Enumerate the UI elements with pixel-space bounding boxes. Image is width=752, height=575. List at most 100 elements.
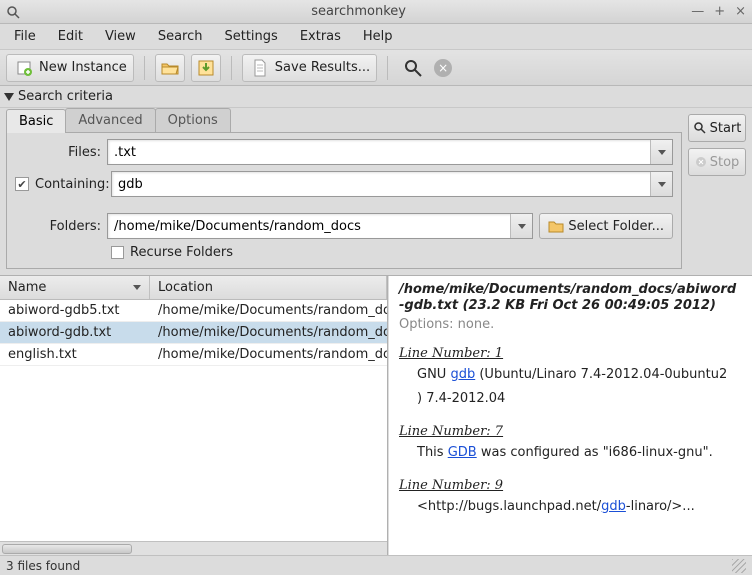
cell-location: /home/mike/Documents/random_do	[150, 325, 387, 340]
column-name-label: Name	[8, 280, 46, 295]
start-label: Start	[710, 121, 742, 136]
action-buttons: Start Stop	[688, 108, 752, 275]
folders-label: Folders:	[15, 219, 101, 234]
criteria-panel: Basic Advanced Options Files: ✔ Containi…	[0, 108, 688, 275]
recurse-checkbox[interactable]	[111, 246, 124, 259]
search-icon	[693, 121, 707, 135]
save-icon	[197, 59, 215, 77]
cell-location: /home/mike/Documents/random_do	[150, 347, 387, 362]
column-headers: Name Location	[0, 276, 387, 300]
folder-icon	[548, 219, 564, 233]
table-row[interactable]: english.txt /home/mike/Documents/random_…	[0, 344, 387, 366]
cell-name: english.txt	[0, 347, 150, 362]
containing-checkbox[interactable]: ✔	[15, 177, 29, 191]
scrollbar-thumb[interactable]	[2, 544, 132, 554]
results-list: Name Location abiword-gdb5.txt /home/mik…	[0, 276, 388, 555]
column-location-label: Location	[158, 280, 213, 295]
new-instance-button[interactable]: New Instance	[6, 54, 134, 82]
menu-bar: File Edit View Search Settings Extras He…	[0, 24, 752, 50]
folders-dropdown[interactable]	[510, 214, 532, 238]
preview-path-1: /home/mike/Documents/random_docs/abiword	[399, 282, 736, 297]
stop-icon	[695, 156, 707, 168]
search-criteria-header[interactable]: Search criteria	[0, 86, 752, 108]
column-name[interactable]: Name	[0, 276, 150, 299]
preview-path-2: -gdb.txt (23.2 KB Fri Oct 26 00:49:05 20…	[399, 298, 716, 313]
select-folder-button[interactable]: Select Folder...	[539, 213, 673, 239]
save-results-button[interactable]: Save Results...	[242, 54, 377, 82]
cell-location: /home/mike/Documents/random_do	[150, 303, 387, 318]
clear-button[interactable]: ×	[434, 59, 452, 77]
match-highlight: gdb	[601, 499, 626, 514]
menu-help[interactable]: Help	[353, 25, 403, 48]
toolbar: New Instance Save Results... ×	[0, 50, 752, 86]
snippet-9: <http://bugs.launchpad.net/gdb-linaro/>.…	[417, 497, 742, 518]
app-icon	[6, 5, 20, 19]
chevron-down-icon	[658, 182, 666, 187]
toolbar-separator	[144, 56, 145, 80]
menu-file[interactable]: File	[4, 25, 46, 48]
files-input[interactable]	[108, 140, 650, 164]
line-label-9: Line Number: 9	[399, 478, 742, 493]
select-folder-label: Select Folder...	[568, 219, 664, 234]
cell-name: abiword-gdb5.txt	[0, 303, 150, 318]
tab-advanced[interactable]: Advanced	[65, 108, 155, 132]
menu-edit[interactable]: Edit	[48, 25, 93, 48]
preview-options: Options: none.	[399, 317, 742, 332]
toolbar-separator-2	[231, 56, 232, 80]
window-title: searchmonkey	[26, 4, 691, 19]
menu-extras[interactable]: Extras	[290, 25, 351, 48]
preview-pane: /home/mike/Documents/random_docs/abiword…	[388, 276, 752, 555]
resize-grip[interactable]	[732, 559, 746, 573]
containing-combo	[111, 171, 673, 197]
files-combo	[107, 139, 673, 165]
snippet-1b: ) 7.4-2012.04	[417, 389, 742, 410]
menu-settings[interactable]: Settings	[214, 25, 287, 48]
tab-basic[interactable]: Basic	[6, 109, 66, 133]
preview-file-path: /home/mike/Documents/random_docs/abiword…	[399, 282, 742, 315]
collapse-icon	[4, 93, 14, 101]
results-area: Name Location abiword-gdb5.txt /home/mik…	[0, 276, 752, 555]
title-bar: searchmonkey — + ×	[0, 0, 752, 24]
menu-search[interactable]: Search	[148, 25, 213, 48]
menu-view[interactable]: View	[95, 25, 146, 48]
table-row[interactable]: abiword-gdb5.txt /home/mike/Documents/ra…	[0, 300, 387, 322]
status-bar: 3 files found	[0, 555, 752, 575]
search-criteria-title: Search criteria	[18, 89, 113, 104]
save-button[interactable]	[191, 54, 221, 82]
containing-input[interactable]	[112, 172, 650, 196]
maximize-button[interactable]: +	[714, 4, 725, 19]
new-instance-icon	[13, 57, 35, 79]
toolbar-separator-3	[387, 56, 388, 80]
snippet-1: GNU gdb (Ubuntu/Linaro 7.4-2012.04-0ubun…	[417, 365, 742, 386]
line-label-7: Line Number: 7	[399, 424, 742, 439]
containing-label: Containing:	[35, 177, 105, 192]
new-instance-label: New Instance	[39, 60, 127, 75]
column-location[interactable]: Location	[150, 276, 387, 299]
close-icon: ×	[434, 59, 452, 77]
cell-name: abiword-gdb.txt	[0, 325, 150, 340]
status-text: 3 files found	[6, 559, 80, 573]
close-button[interactable]: ×	[735, 4, 746, 19]
recurse-label: Recurse Folders	[130, 245, 233, 260]
sort-indicator-icon	[133, 285, 141, 290]
save-results-label: Save Results...	[275, 60, 370, 75]
line-label-1: Line Number: 1	[399, 346, 742, 361]
search-icon-button[interactable]	[398, 54, 428, 82]
horizontal-scrollbar[interactable]	[0, 541, 387, 555]
tab-options[interactable]: Options	[155, 108, 231, 132]
criteria-tabs: Basic Advanced Options	[6, 108, 682, 133]
match-highlight: gdb	[450, 367, 475, 382]
search-icon	[403, 58, 423, 78]
stop-label: Stop	[710, 155, 740, 170]
containing-dropdown[interactable]	[650, 172, 672, 196]
files-dropdown[interactable]	[650, 140, 672, 164]
table-row[interactable]: abiword-gdb.txt /home/mike/Documents/ran…	[0, 322, 387, 344]
chevron-down-icon	[518, 224, 526, 229]
open-button[interactable]	[155, 54, 185, 82]
stop-button[interactable]: Stop	[688, 148, 746, 176]
folders-input[interactable]	[108, 214, 510, 238]
minimize-button[interactable]: —	[691, 4, 704, 19]
folder-open-icon	[160, 59, 180, 77]
start-button[interactable]: Start	[688, 114, 746, 142]
match-highlight: GDB	[448, 445, 477, 460]
